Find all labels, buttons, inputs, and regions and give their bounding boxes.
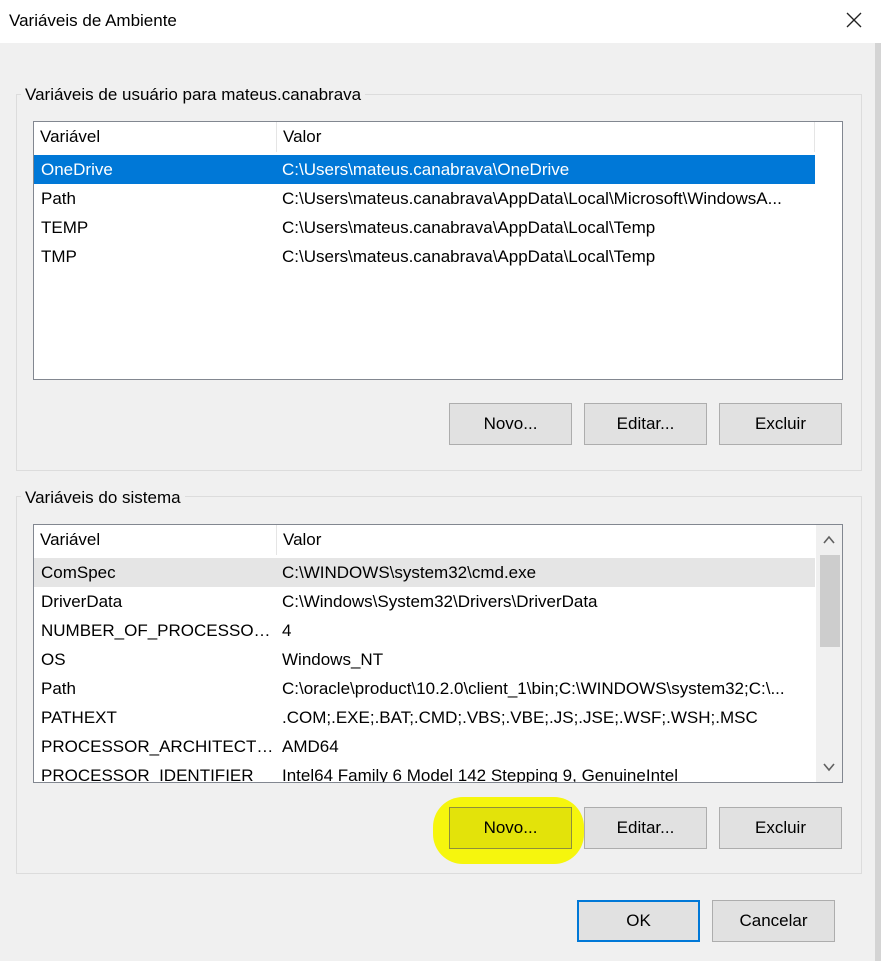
system-variables-list[interactable]: Variável Valor ComSpec C:\WINDOWS\system3… [33,524,843,783]
variable-value-cell: C:\Users\mateus.canabrava\AppData\Local\… [282,247,656,266]
variable-name-cell: PATHEXT [41,708,117,727]
variable-name-cell: OneDrive [41,160,113,179]
variable-value-cell: AMD64 [282,737,339,756]
user-variables-list[interactable]: Variável Valor OneDrive C:\Users\mateus.c… [33,121,843,380]
table-row[interactable]: PATHEXT .COM;.EXE;.BAT;.CMD;.VBS;.VBE;.JS… [34,703,815,732]
column-header-spacer [814,122,842,152]
user-delete-button[interactable]: Excluir [719,403,842,445]
variable-value-cell: 4 [282,621,292,640]
variable-value-cell: C:\Windows\System32\Drivers\DriverData [282,592,598,611]
window-edge [875,43,881,961]
window-title: Variáveis de Ambiente [9,11,177,30]
table-row[interactable]: OS Windows_NT [34,645,815,674]
ok-button[interactable]: OK [577,900,700,942]
variable-value-cell: C:\Users\mateus.canabrava\AppData\Local\… [282,189,782,208]
system-delete-button[interactable]: Excluir [719,807,842,849]
user-new-button[interactable]: Novo... [449,403,572,445]
variable-name-cell: TEMP [41,218,89,237]
user-list-header: Variável Valor [34,122,842,152]
table-row[interactable]: PROCESSOR_ARCHITECTURE AMD64 [34,732,815,761]
system-variables-title: Variáveis do sistema [21,488,185,508]
variable-value-cell: .COM;.EXE;.BAT;.CMD;.VBS;.VBE;.JS;.JSE;.… [282,708,758,727]
table-row[interactable]: NUMBER_OF_PROCESSORS 4 [34,616,815,645]
scroll-thumb[interactable] [820,555,840,647]
system-new-button[interactable]: Novo... [449,807,572,849]
table-row[interactable]: OneDrive C:\Users\mateus.canabrava\OneDri… [34,155,815,184]
chevron-up-icon [823,535,835,544]
variable-name-cell: Path [41,679,76,698]
variable-name-cell: OS [41,650,66,669]
variable-name-cell: TMP [41,247,77,266]
variable-name-cell: PROCESSOR_ARCHITECTURE [41,737,276,756]
table-row[interactable]: TMP C:\Users\mateus.canabrava\AppData\Loc… [34,242,815,271]
user-edit-button[interactable]: Editar... [584,403,707,445]
scroll-up-arrow[interactable] [816,525,842,555]
variable-name-cell: NUMBER_OF_PROCESSORS [41,621,276,640]
variable-value-cell: C:\Users\mateus.canabrava\AppData\Local\… [282,218,656,237]
variable-name-cell: PROCESSOR_IDENTIFIER [41,766,254,783]
close-button[interactable] [838,4,870,36]
system-edit-button[interactable]: Editar... [584,807,707,849]
variable-name-cell: ComSpec [41,563,116,582]
table-row[interactable]: Path C:\oracle\product\10.2.0\client_1\bi… [34,674,815,703]
variable-value-cell: Windows_NT [282,650,384,669]
column-header-variable[interactable]: Variável [34,122,276,152]
column-header-value[interactable]: Valor [276,122,814,152]
title-bar: Variáveis de Ambiente [0,0,881,43]
column-header-variable[interactable]: Variável [34,525,276,555]
variable-value-cell: C:\oracle\product\10.2.0\client_1\bin;C:… [282,679,785,698]
user-variables-title: Variáveis de usuário para mateus.canabra… [21,85,366,105]
scroll-down-arrow[interactable] [816,752,842,782]
table-row[interactable]: DriverData C:\Windows\System32\Drivers\Dr… [34,587,815,616]
table-row[interactable]: Path C:\Users\mateus.canabrava\AppData\Lo… [34,184,815,213]
cancel-button[interactable]: Cancelar [712,900,835,942]
column-header-value[interactable]: Valor [276,525,816,555]
variable-value-cell: C:\Users\mateus.canabrava\OneDrive [282,160,570,179]
chevron-down-icon [823,763,835,772]
system-list-scrollbar[interactable] [816,525,842,782]
variable-name-cell: Path [41,189,76,208]
close-icon [846,12,862,28]
system-list-header: Variável Valor [34,525,842,555]
table-row[interactable]: TEMP C:\Users\mateus.canabrava\AppData\Lo… [34,213,815,242]
table-row[interactable]: PROCESSOR_IDENTIFIER Intel64 Family 6 Mod… [34,761,815,783]
variable-value-cell: Intel64 Family 6 Model 142 Stepping 9, G… [282,766,678,783]
table-row[interactable]: ComSpec C:\WINDOWS\system32\cmd.exe [34,558,815,587]
variable-value-cell: C:\WINDOWS\system32\cmd.exe [282,563,537,582]
variable-name-cell: DriverData [41,592,123,611]
